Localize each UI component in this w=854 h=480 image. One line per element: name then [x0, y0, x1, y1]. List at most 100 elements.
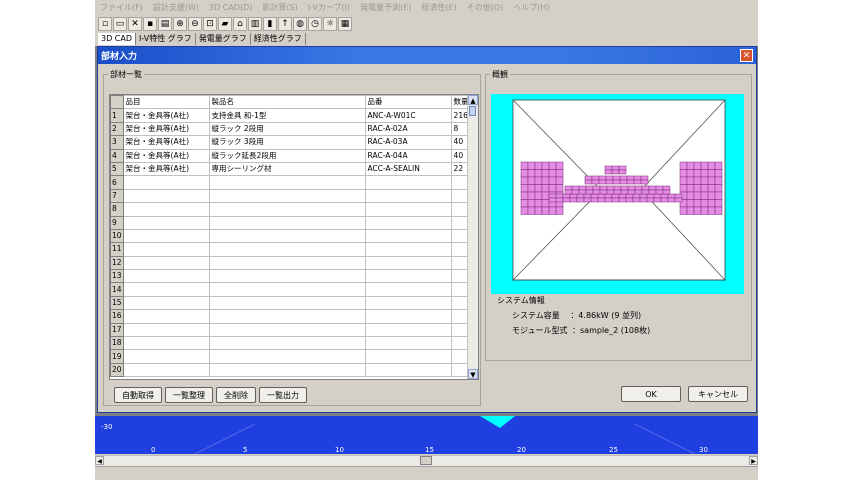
menu-3dcad[interactable]: 3D CAD(D) [204, 3, 257, 12]
new-file-icon[interactable]: ▫ [98, 17, 112, 31]
horizontal-scroll-thumb[interactable] [420, 456, 432, 465]
cell-code[interactable] [364, 349, 452, 364]
cell-item[interactable] [122, 269, 210, 284]
cell-code[interactable] [364, 362, 452, 378]
cell-code[interactable] [364, 336, 452, 351]
print-icon[interactable]: ▤ [158, 17, 172, 31]
table-row[interactable]: 5 架台・金具等(A社) 専用シーリング材 ACC-A-SEALIN 22 [110, 161, 472, 177]
table-row[interactable]: 11 [110, 242, 472, 257]
cell-name[interactable] [208, 269, 366, 284]
cell-name[interactable] [208, 188, 366, 204]
table-row[interactable]: 12 [110, 255, 472, 271]
menu-file[interactable]: ファイル(F) [95, 2, 148, 13]
table-row[interactable]: 18 [110, 336, 472, 351]
cell-name[interactable] [208, 175, 366, 190]
cell-name[interactable]: 縦ラック延長2段用 [208, 148, 366, 163]
column-header[interactable]: 品目 [122, 95, 210, 110]
menu-other[interactable]: その他(O) [462, 2, 509, 13]
cell-name[interactable] [208, 228, 366, 244]
parts-grid[interactable]: 品目 製品名 品番 数量 1 架台・金具等(A社) 支持金具 和-1型 ANC-A-W… [109, 94, 479, 380]
cell-item[interactable]: 架台・金具等(A社) [122, 148, 210, 163]
horizontal-scrollbar[interactable]: ◀ ▶ [95, 455, 758, 466]
auto-fetch-button[interactable]: 自動取得 [114, 387, 162, 403]
cell-code[interactable]: RAC-A-03A [364, 135, 452, 150]
cell-name[interactable] [208, 242, 366, 257]
cell-code[interactable]: RAC-A-02A [364, 121, 452, 137]
cell-code[interactable] [364, 322, 452, 338]
table-row[interactable]: 13 [110, 269, 472, 284]
cell-item[interactable] [122, 215, 210, 230]
cell-code[interactable] [364, 188, 452, 204]
cell-item[interactable] [122, 295, 210, 311]
cell-name[interactable] [208, 282, 366, 297]
cell-code[interactable]: ANC-A-W01C [364, 108, 452, 123]
cell-item[interactable]: 架台・金具等(A社) [122, 121, 210, 137]
export-list-button[interactable]: 一覧出力 [259, 387, 307, 403]
tab-economy-graph[interactable]: 経済性グラフ [251, 33, 306, 45]
ok-button[interactable]: OK [621, 386, 681, 402]
menu-economy[interactable]: 経済性(E) [416, 2, 461, 13]
menu-design[interactable]: 設計支援(W) [148, 2, 204, 13]
cell-name[interactable]: 縦ラック 2段用 [208, 121, 366, 137]
cell-name[interactable] [208, 295, 366, 311]
scroll-down-icon[interactable]: ▼ [468, 369, 478, 379]
cell-name[interactable] [208, 215, 366, 230]
cell-code[interactable] [364, 309, 452, 324]
tab-3dcad[interactable]: 3D CAD [98, 33, 137, 45]
table-row[interactable]: 3 架台・金具等(A社) 縦ラック 3段用 RAC-A-03A 40 [110, 135, 472, 150]
menu-iv[interactable]: I-Vカーブ(I) [303, 2, 355, 13]
up-arrow-icon[interactable]: ↑ [278, 17, 292, 31]
panel-icon[interactable]: ▰ [218, 17, 232, 31]
cell-item[interactable] [122, 175, 210, 190]
table-row[interactable]: 20 [110, 362, 472, 378]
cell-item[interactable] [122, 349, 210, 364]
table-row[interactable]: 2 架台・金具等(A社) 縦ラック 2段用 RAC-A-02A 8 [110, 121, 472, 137]
sun-icon[interactable]: ☼ [323, 17, 337, 31]
cell-item[interactable] [122, 362, 210, 378]
cell-item[interactable] [122, 228, 210, 244]
table-row[interactable]: 7 [110, 188, 472, 204]
cell-code[interactable] [364, 282, 452, 297]
cell-code[interactable] [364, 228, 452, 244]
cell-name[interactable] [208, 336, 366, 351]
delete-all-button[interactable]: 全削除 [216, 387, 256, 403]
table-row[interactable]: 9 [110, 215, 472, 230]
cell-item[interactable]: 架台・金具等(A社) [122, 135, 210, 150]
tab-iv-graph[interactable]: I-V特性 グラフ [136, 33, 196, 45]
cell-name[interactable]: 縦ラック 3段用 [208, 135, 366, 150]
menu-shadow[interactable]: 影計算(S) [257, 2, 302, 13]
table-row[interactable]: 10 [110, 228, 472, 244]
cell-code[interactable] [364, 242, 452, 257]
cell-item[interactable]: 架台・金具等(A社) [122, 161, 210, 177]
cell-item[interactable] [122, 242, 210, 257]
cell-code[interactable]: ACC-A-SEALIN [364, 161, 452, 177]
cell-item[interactable]: 架台・金具等(A社) [122, 108, 210, 123]
open-folder-icon[interactable]: ▭ [113, 17, 127, 31]
chart-icon[interactable]: ▮ [263, 17, 277, 31]
scroll-thumb[interactable] [469, 106, 476, 116]
table-row[interactable]: 14 [110, 282, 472, 297]
globe-icon[interactable]: ◍ [293, 17, 307, 31]
cell-name[interactable] [208, 255, 366, 271]
cell-code[interactable] [364, 215, 452, 230]
tab-power-graph[interactable]: 発電量グラフ [196, 33, 251, 45]
save-icon[interactable]: ▪ [143, 17, 157, 31]
scroll-right-icon[interactable]: ▶ [749, 456, 758, 465]
column-header[interactable]: 品番 [364, 95, 452, 110]
zoom-fit-icon[interactable]: ⊡ [203, 17, 217, 31]
cell-name[interactable] [208, 349, 366, 364]
house-icon[interactable]: ⌂ [233, 17, 247, 31]
cell-code[interactable] [364, 175, 452, 190]
cell-code[interactable] [364, 202, 452, 217]
cell-item[interactable] [122, 202, 210, 217]
cell-item[interactable] [122, 336, 210, 351]
sort-list-button[interactable]: 一覧整理 [165, 387, 213, 403]
cell-name[interactable] [208, 202, 366, 217]
cell-item[interactable] [122, 255, 210, 271]
cell-name[interactable]: 支持金具 和-1型 [208, 108, 366, 123]
calc-icon[interactable]: ▦ [338, 17, 352, 31]
table-row[interactable]: 17 [110, 322, 472, 338]
clock-icon[interactable]: ◷ [308, 17, 322, 31]
table-row[interactable]: 8 [110, 202, 472, 217]
cell-code[interactable]: RAC-A-04A [364, 148, 452, 163]
